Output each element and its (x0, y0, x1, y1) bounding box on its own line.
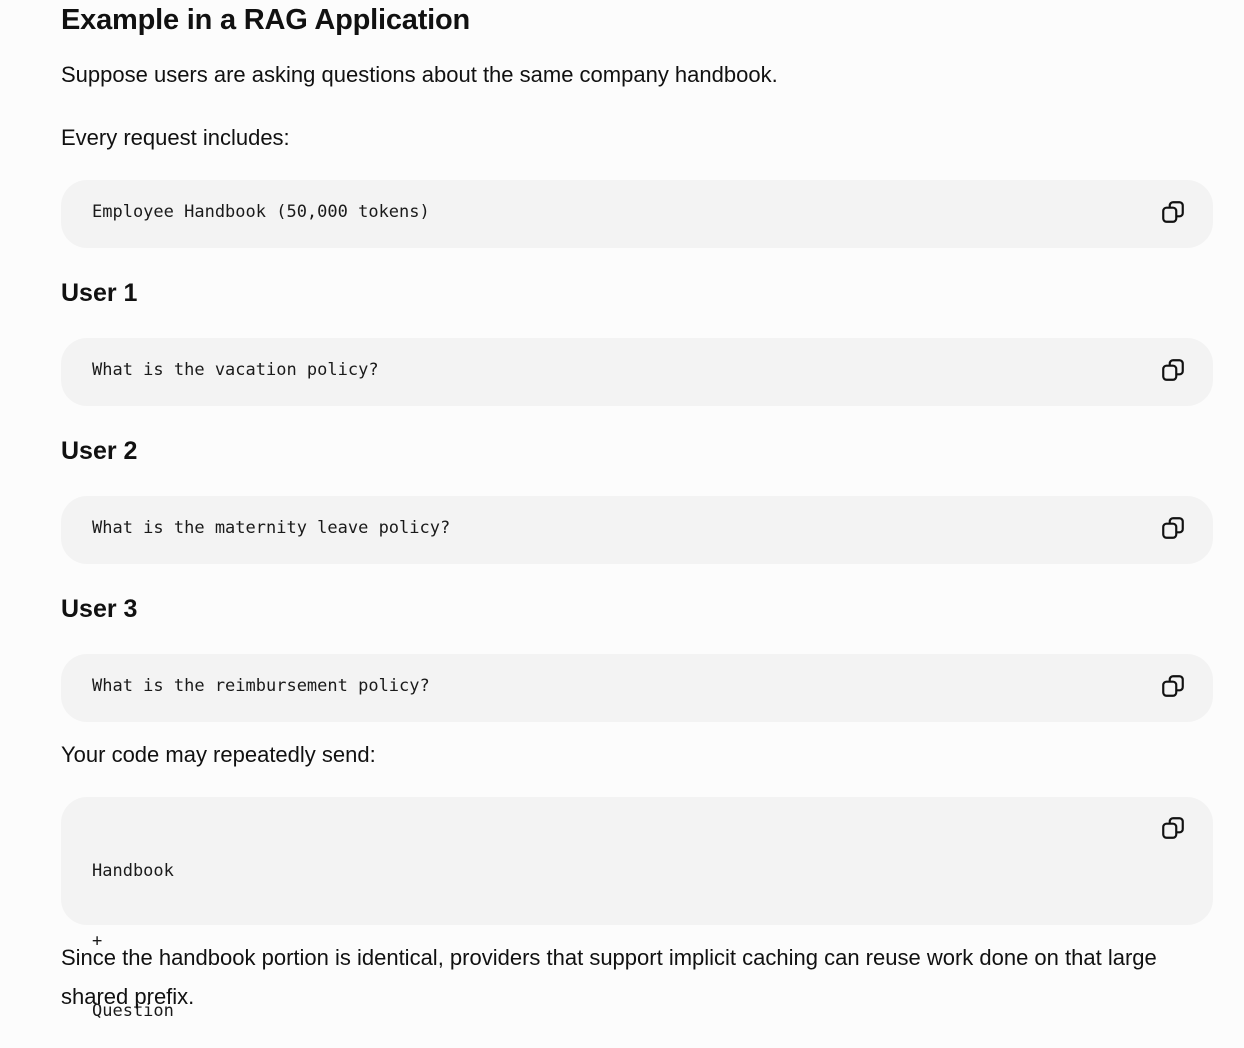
intro-paragraph: Suppose users are asking questions about… (61, 62, 778, 87)
repeat-paragraph: Your code may repeatedly send: (61, 742, 376, 767)
user-3-heading: User 3 (61, 595, 138, 623)
every-request-paragraph: Every request includes: (61, 125, 290, 150)
copy-button[interactable] (1159, 358, 1187, 386)
page: Example in a RAG Application Suppose use… (0, 0, 1244, 1048)
code-text: Employee Handbook (50,000 tokens) (92, 202, 430, 222)
user-1-heading: User 1 (61, 279, 138, 307)
code-block-user-2: What is the maternity leave policy? (61, 496, 1213, 564)
code-block-user-1: What is the vacation policy? (61, 338, 1213, 406)
code-block-handbook: Employee Handbook (50,000 tokens) (61, 180, 1213, 248)
user-2-heading: User 2 (61, 437, 138, 465)
copy-button[interactable] (1159, 816, 1187, 844)
copy-button[interactable] (1159, 674, 1187, 702)
copy-icon (1160, 357, 1186, 388)
copy-icon (1160, 815, 1186, 846)
code-text: What is the reimbursement policy? (92, 676, 430, 696)
copy-icon (1160, 199, 1186, 230)
code-block-repeat: Handbook + Question (61, 797, 1213, 1021)
copy-icon (1160, 515, 1186, 546)
copy-icon (1160, 673, 1186, 704)
code-text: What is the vacation policy? (92, 360, 379, 380)
code-text: What is the maternity leave policy? (92, 518, 451, 538)
conclusion-paragraph: Since the handbook portion is identical,… (61, 945, 1157, 1009)
copy-button[interactable] (1159, 516, 1187, 544)
code-line: Handbook (92, 861, 174, 881)
section-heading: Example in a RAG Application (61, 4, 471, 36)
copy-button[interactable] (1159, 200, 1187, 228)
code-block-user-3: What is the reimbursement policy? (61, 654, 1213, 722)
